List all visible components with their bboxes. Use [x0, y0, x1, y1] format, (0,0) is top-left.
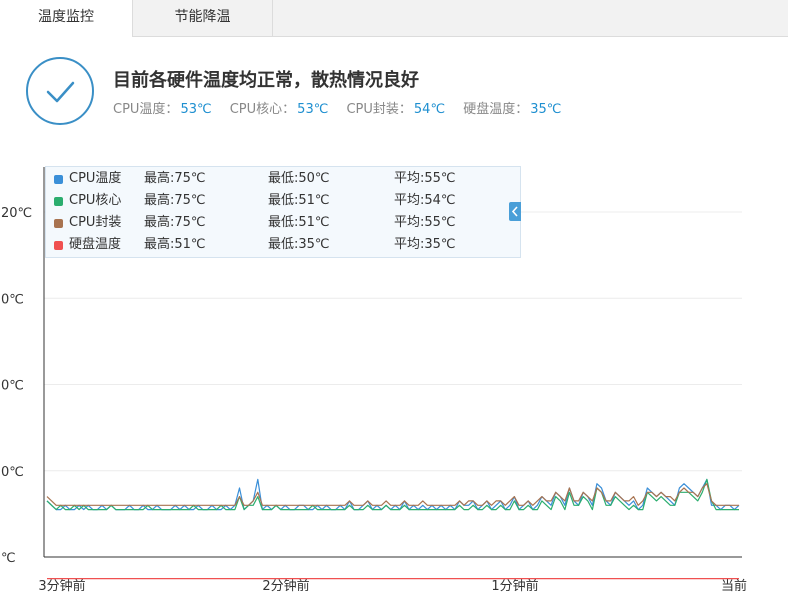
legend-max: 最高:51℃	[144, 237, 206, 252]
cpu-temp-value: 53℃	[180, 102, 212, 117]
y-tick-label: 0℃	[1, 465, 24, 480]
disk-temp-label: 硬盘温度：	[463, 102, 529, 117]
legend-min: 最低:50℃	[268, 171, 330, 186]
legend-item-cpu-package: CPU封装 最高:75℃ 最低:51℃ 平均:55℃	[54, 213, 514, 233]
legend-collapse-button[interactable]	[509, 202, 521, 221]
y-tick-label: ℃	[1, 551, 16, 566]
legend-avg: 平均:55℃	[394, 171, 456, 186]
x-tick-label: 3分钟前	[38, 578, 85, 594]
series-line-2	[46, 483, 739, 506]
legend-name: 硬盘温度	[69, 237, 122, 252]
legend-min: 最低:35℃	[268, 237, 330, 252]
disk-temp-value: 35℃	[530, 102, 562, 117]
tab-temperature-monitor[interactable]: 温度监控	[0, 0, 133, 37]
legend-max: 最高:75℃	[144, 171, 206, 186]
temperature-readings: CPU温度： 53℃ CPU核心： 53℃ CPU封装： 54℃ 硬盘温度： 35℃	[113, 98, 575, 117]
legend-swatch	[54, 219, 63, 228]
cpu-package-label: CPU封装：	[346, 102, 412, 117]
legend-item-disk-temp: 硬盘温度 最高:51℃ 最低:35℃ 平均:35℃	[54, 235, 514, 255]
legend-item-cpu-temp: CPU温度 最高:75℃ 最低:50℃ 平均:55℃	[54, 169, 514, 189]
legend-name: CPU温度	[69, 171, 122, 186]
legend-avg: 平均:55℃	[394, 215, 456, 230]
legend-max: 最高:75℃	[144, 215, 206, 230]
status-headline: 目前各硬件温度均正常，散热情况良好	[113, 70, 419, 91]
legend-avg: 平均:54℃	[394, 193, 456, 208]
legend-min: 最低:51℃	[268, 215, 330, 230]
legend-item-cpu-core: CPU核心 最高:75℃ 最低:51℃ 平均:54℃	[54, 191, 514, 211]
cpu-core-label: CPU核心：	[229, 102, 296, 117]
check-icon	[26, 57, 94, 125]
x-tick-label: 1分钟前	[491, 578, 538, 594]
tab-bar: 温度监控 节能降温	[0, 0, 788, 37]
legend-swatch	[54, 175, 63, 184]
legend-min: 最低:51℃	[268, 193, 330, 208]
legend-name: CPU核心	[69, 193, 122, 208]
cpu-core-value: 53℃	[297, 102, 329, 117]
legend-swatch	[54, 241, 63, 250]
y-tick-label: 0℃	[1, 379, 24, 394]
x-tick-label: 2分钟前	[262, 578, 309, 594]
chevron-left-icon	[511, 206, 518, 217]
cpu-temp-label: CPU温度：	[113, 102, 179, 117]
legend-avg: 平均:35℃	[394, 237, 456, 252]
cpu-package-value: 54℃	[413, 102, 446, 117]
tab-energy-saving-cooling[interactable]: 节能降温	[133, 0, 273, 36]
legend-swatch	[54, 197, 63, 206]
y-tick-label: 20℃	[1, 206, 32, 221]
y-tick-label: 0℃	[1, 292, 24, 307]
legend-name: CPU封装	[69, 215, 122, 230]
legend-max: 最高:75℃	[144, 193, 206, 208]
chart-legend: CPU温度 最高:75℃ 最低:50℃ 平均:55℃ CPU核心 最高:75℃ …	[45, 166, 521, 258]
x-tick-label: 当前	[721, 578, 747, 594]
